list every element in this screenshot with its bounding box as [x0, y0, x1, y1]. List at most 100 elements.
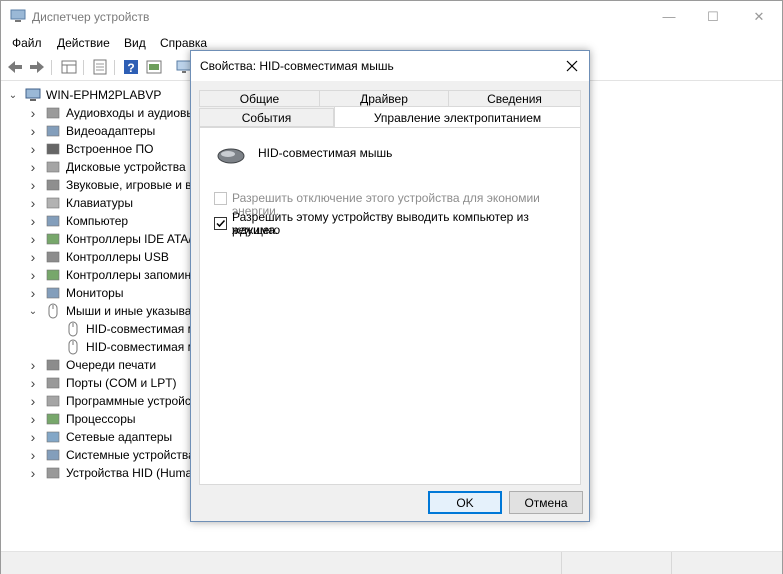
chevron-right-icon[interactable]: ›	[27, 429, 39, 445]
hid-icon	[45, 465, 61, 481]
chevron-down-icon[interactable]: ⌄	[27, 305, 39, 317]
chevron-right-icon[interactable]: ›	[27, 177, 39, 193]
tree-category-item[interactable]: › Аудиовходы и аудиовыходы	[1, 104, 191, 122]
tab-events[interactable]: События	[199, 108, 334, 127]
tab-general[interactable]: Общие	[199, 90, 320, 107]
chevron-right-icon[interactable]: ›	[27, 393, 39, 409]
back-icon[interactable]	[5, 58, 25, 76]
tree-category-item[interactable]: › Видеоадаптеры	[1, 122, 191, 140]
tree-category-item[interactable]: › Процессоры	[1, 410, 191, 428]
menu-help[interactable]: Справка	[160, 36, 207, 50]
chevron-right-icon[interactable]: ›	[27, 249, 39, 265]
close-icon[interactable]	[561, 55, 583, 77]
tab-details[interactable]: Сведения	[448, 90, 581, 107]
forward-icon[interactable]	[27, 58, 47, 76]
chevron-right-icon[interactable]: ›	[27, 105, 39, 121]
chevron-right-icon[interactable]: ›	[27, 285, 39, 301]
tree-category-item[interactable]: › Дисковые устройства	[1, 158, 191, 176]
chevron-right-icon[interactable]: ›	[27, 213, 39, 229]
tree-category-item[interactable]: › Контроллеры USB	[1, 248, 191, 266]
checkmark-icon	[216, 219, 226, 228]
help-icon[interactable]: ?	[121, 58, 141, 76]
chevron-right-icon[interactable]: ›	[27, 465, 39, 481]
tree-category-item[interactable]: › Звуковые, игровые и видеоустройства	[1, 176, 191, 194]
tree-item-label: Компьютер	[66, 214, 129, 228]
toolbar-separator	[83, 60, 84, 75]
chevron-right-icon[interactable]: ›	[27, 411, 39, 427]
scan-hardware-icon[interactable]	[144, 58, 164, 76]
tree-category-item[interactable]: › Контроллеры IDE ATA/ATAPI	[1, 230, 191, 248]
disk-drive-icon	[45, 159, 61, 175]
mouse-icon	[216, 146, 246, 166]
monitor-icon	[45, 285, 61, 301]
chevron-right-icon[interactable]: ›	[27, 375, 39, 391]
tree-category-item[interactable]: › Компьютер	[1, 212, 191, 230]
maximize-button[interactable]: ☐	[690, 1, 736, 32]
chevron-right-icon[interactable]: ›	[27, 123, 39, 139]
chevron-right-icon[interactable]: ›	[27, 159, 39, 175]
tree-category-item[interactable]: › Клавиатуры	[1, 194, 191, 212]
tree-root[interactable]: ⌄ WIN-EPHM2PLABVP	[1, 86, 191, 104]
mouse-icon	[65, 339, 81, 355]
allow-wake-label: Разрешить этому устройству выводить комп…	[232, 210, 529, 237]
tree-item-label: Видеоадаптеры	[66, 124, 156, 138]
menu-view[interactable]: Вид	[124, 36, 146, 50]
close-window-button[interactable]: ✕	[736, 1, 782, 32]
device-tree: ⌄ WIN-EPHM2PLABVP › Аудиовходы и аудиовых…	[1, 84, 191, 544]
menu-action[interactable]: Действие	[57, 36, 110, 50]
software-device-icon	[45, 393, 61, 409]
tree-item-label: Аудиовходы и аудиовыходы	[66, 106, 191, 120]
tree-item-label: Сетевые адаптеры	[66, 430, 173, 444]
tree-category-item[interactable]: › Мониторы	[1, 284, 191, 302]
status-bar	[1, 551, 782, 574]
properties-dialog: Свойства: HID-совместимая мышь Общие Дра…	[190, 50, 590, 522]
chevron-right-icon[interactable]: ›	[27, 141, 39, 157]
tree-category-item[interactable]: › Очереди печати	[1, 356, 191, 374]
menu-file[interactable]: Файл	[12, 36, 42, 50]
chevron-right-icon[interactable]: ›	[27, 231, 39, 247]
tree-category-item[interactable]: › Программные устройства	[1, 392, 191, 410]
device-name: HID-совместимая мышь	[258, 146, 393, 160]
firmware-icon	[45, 141, 61, 157]
properties-grid-icon[interactable]	[59, 58, 79, 76]
tree-item-label: Очереди печати	[66, 358, 157, 372]
dialog-title: Свойства: HID-совместимая мышь	[200, 59, 394, 73]
tree-category-item[interactable]: ⌄ Мыши и иные указывающие устройства	[1, 302, 191, 320]
tree-device-item[interactable]: HID-совместимая мышь	[1, 320, 191, 338]
chevron-right-icon[interactable]: ›	[27, 267, 39, 283]
tree-item-label: Дисковые устройства	[66, 160, 186, 174]
window-title: Диспетчер устройств	[32, 10, 150, 24]
processor-icon	[45, 411, 61, 427]
chevron-down-icon[interactable]: ⌄	[7, 89, 19, 101]
device-manager-icon	[10, 9, 26, 23]
tree-category-item[interactable]: › Контроллеры запоминающих устройств	[1, 266, 191, 284]
chevron-right-icon[interactable]: ›	[27, 447, 39, 463]
allow-turn-off-checkbox[interactable]	[214, 192, 227, 205]
chevron-right-icon[interactable]: ›	[27, 195, 39, 211]
chevron-right-icon[interactable]: ›	[27, 357, 39, 373]
tree-category-item[interactable]: › Сетевые адаптеры	[1, 428, 191, 446]
svg-text:?: ?	[127, 61, 134, 75]
tree-category-item[interactable]: › Порты (COM и LPT)	[1, 374, 191, 392]
minimize-button[interactable]: —	[646, 1, 692, 32]
document-icon[interactable]	[90, 58, 110, 76]
tree-category-item[interactable]: › Встроенное ПО	[1, 140, 191, 158]
allow-wake-label-cont: режима.	[232, 223, 279, 237]
mouse-icon	[65, 321, 81, 337]
tree-item-label: Устройства HID (Human Interface Devices)	[66, 466, 191, 480]
tree-item-label: Мониторы	[66, 286, 124, 300]
tab-driver[interactable]: Драйвер	[319, 90, 449, 107]
tab-power-management[interactable]: Управление электропитанием	[334, 106, 581, 128]
tree-category-item[interactable]: › Системные устройства	[1, 446, 191, 464]
computer-icon	[45, 213, 61, 229]
tree-root-label: WIN-EPHM2PLABVP	[46, 88, 162, 102]
allow-wake-checkbox[interactable]	[214, 217, 227, 230]
keyboard-icon	[45, 195, 61, 211]
tree-device-item[interactable]: HID-совместимая мышь	[1, 338, 191, 356]
ok-button[interactable]: OK	[428, 491, 502, 514]
display-adapter-icon	[45, 123, 61, 139]
tree-category-item[interactable]: › Устройства HID (Human Interface Devices…	[1, 464, 191, 482]
cancel-button[interactable]: Отмена	[509, 491, 583, 514]
mouse-icon	[45, 303, 61, 319]
network-adapter-icon	[45, 429, 61, 445]
